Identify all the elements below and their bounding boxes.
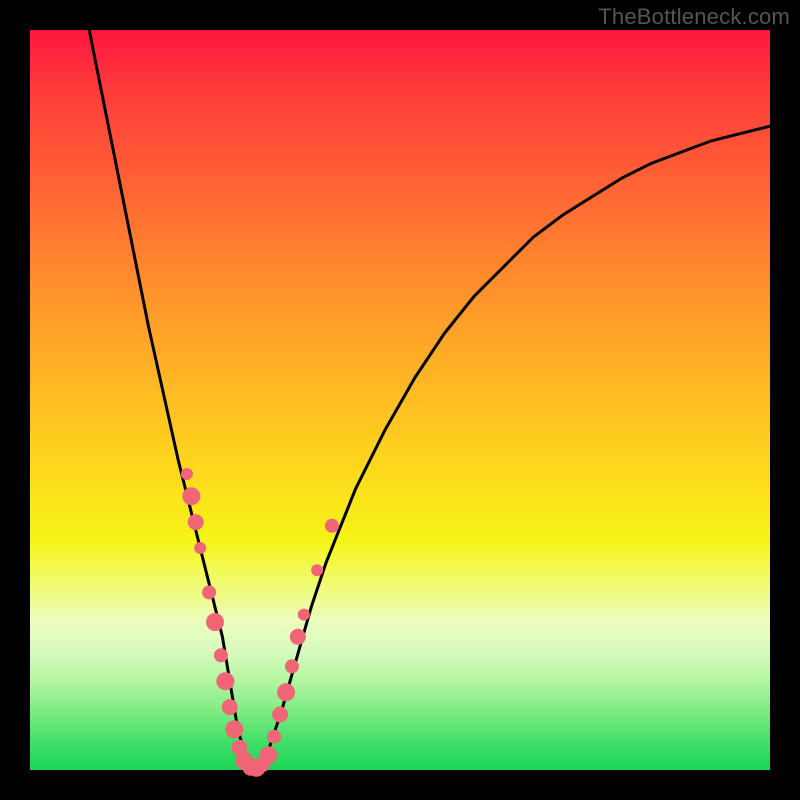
scatter-point (325, 519, 339, 533)
scatter-point (277, 683, 295, 701)
bottleneck-curve (89, 30, 770, 770)
scatter-point (222, 699, 238, 715)
scatter-point (298, 609, 310, 621)
scatter-point (194, 542, 206, 554)
plot-area (30, 30, 770, 770)
scatter-point (225, 720, 243, 738)
scatter-point (272, 707, 288, 723)
scatter-point (311, 564, 323, 576)
scatter-point (181, 468, 193, 480)
scatter-point (259, 746, 277, 764)
chart-frame: TheBottleneck.com (0, 0, 800, 800)
scatter-point (206, 613, 224, 631)
scatter-point (285, 659, 299, 673)
scatter-point (188, 514, 204, 530)
scatter-point (202, 585, 216, 599)
watermark-text: TheBottleneck.com (598, 4, 790, 30)
scatter-points (181, 468, 339, 777)
scatter-point (214, 648, 228, 662)
scatter-point (182, 487, 200, 505)
scatter-point (290, 629, 306, 645)
scatter-point (216, 672, 234, 690)
chart-svg (30, 30, 770, 770)
scatter-point (267, 730, 281, 744)
